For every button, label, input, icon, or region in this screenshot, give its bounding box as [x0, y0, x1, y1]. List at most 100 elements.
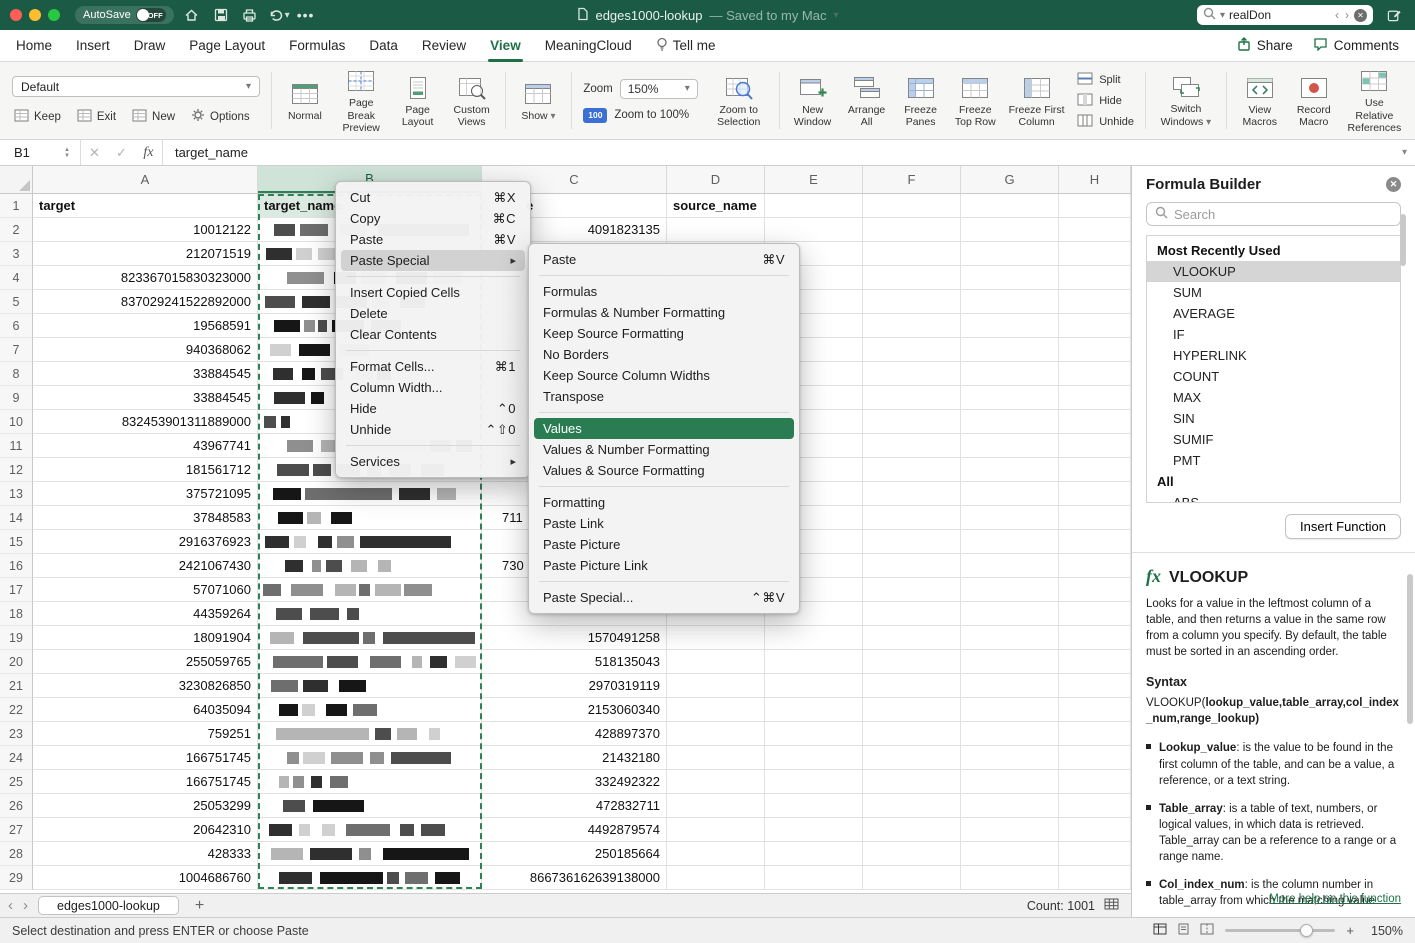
cell-G13[interactable] — [961, 482, 1059, 506]
paste-special-item-keep-source-column-widths[interactable]: Keep Source Column Widths — [534, 365, 794, 386]
cell-H11[interactable] — [1059, 434, 1131, 458]
ribbon-tab-view[interactable]: View — [490, 30, 521, 62]
cell-D1[interactable]: source_name — [667, 194, 765, 218]
cell-G16[interactable] — [961, 554, 1059, 578]
cell-F1[interactable] — [863, 194, 961, 218]
undo-icon[interactable]: ▾ — [268, 5, 290, 25]
custom-views-button[interactable]: Custom Views — [446, 71, 498, 131]
ribbon-tab-page-layout[interactable]: Page Layout — [189, 30, 265, 62]
cell-B23-redacted[interactable] — [258, 722, 482, 746]
cell-G20[interactable] — [961, 650, 1059, 674]
cell-E1[interactable] — [765, 194, 863, 218]
title-chevron-icon[interactable]: ▾ — [834, 10, 839, 21]
function-item-count[interactable]: COUNT — [1147, 366, 1400, 387]
name-box-stepper[interactable]: ▲▼ — [64, 147, 70, 159]
cell-G22[interactable] — [961, 698, 1059, 722]
cell-F15[interactable] — [863, 530, 961, 554]
column-header-E[interactable]: E — [765, 166, 863, 193]
cell-H13[interactable] — [1059, 482, 1131, 506]
cell-A27[interactable]: 20642310 — [33, 818, 258, 842]
options-button[interactable]: Options — [191, 108, 250, 125]
cell-D22[interactable] — [667, 698, 765, 722]
cell-B19-redacted[interactable] — [258, 626, 482, 650]
cell-H21[interactable] — [1059, 674, 1131, 698]
row-header-5[interactable]: 5 — [0, 290, 33, 314]
cell-B27-redacted[interactable] — [258, 818, 482, 842]
cell-A14[interactable]: 37848583 — [33, 506, 258, 530]
row-header-6[interactable]: 6 — [0, 314, 33, 338]
page-layout-view-icon[interactable] — [1178, 923, 1189, 938]
cell-A28[interactable]: 428333 — [33, 842, 258, 866]
row-header-13[interactable]: 13 — [0, 482, 33, 506]
cell-F23[interactable] — [863, 722, 961, 746]
cell-D19[interactable] — [667, 626, 765, 650]
cell-G29[interactable] — [961, 866, 1059, 890]
cell-G11[interactable] — [961, 434, 1059, 458]
cell-H27[interactable] — [1059, 818, 1131, 842]
cell-A12[interactable]: 181561712 — [33, 458, 258, 482]
cell-A9[interactable]: 33884545 — [33, 386, 258, 410]
cell-G21[interactable] — [961, 674, 1059, 698]
paste-special-item-formulas[interactable]: Formulas — [534, 281, 794, 302]
context-menu-item-insert-copied-cells[interactable]: Insert Copied Cells — [341, 282, 525, 303]
row-header-23[interactable]: 23 — [0, 722, 33, 746]
search-box[interactable]: ▾ realDon ‹ › ✕ — [1197, 5, 1373, 25]
cell-F2[interactable] — [863, 218, 961, 242]
autosave-toggle[interactable]: AutoSave OFF — [75, 6, 174, 24]
page-break-preview-button[interactable]: Page Break Preview — [333, 64, 390, 136]
cell-D25[interactable] — [667, 770, 765, 794]
function-item-hyperlink[interactable]: HYPERLINK — [1147, 345, 1400, 366]
cell-C20[interactable]: 518135043 — [482, 650, 667, 674]
exit-button[interactable]: Exit — [77, 109, 116, 125]
cell-H24[interactable] — [1059, 746, 1131, 770]
cell-G18[interactable] — [961, 602, 1059, 626]
row-header-20[interactable]: 20 — [0, 650, 33, 674]
cell-G15[interactable] — [961, 530, 1059, 554]
cell-F4[interactable] — [863, 266, 961, 290]
cell-F22[interactable] — [863, 698, 961, 722]
save-icon[interactable] — [210, 5, 232, 25]
cell-F28[interactable] — [863, 842, 961, 866]
cell-F16[interactable] — [863, 554, 961, 578]
row-header-16[interactable]: 16 — [0, 554, 33, 578]
cell-C22[interactable]: 2153060340 — [482, 698, 667, 722]
paste-special-item-paste-link[interactable]: Paste Link — [534, 513, 794, 534]
cell-G17[interactable] — [961, 578, 1059, 602]
cell-D20[interactable] — [667, 650, 765, 674]
zoom-in-icon[interactable]: + — [1346, 923, 1354, 938]
ribbon-tab-draw[interactable]: Draw — [134, 30, 166, 62]
cell-A24[interactable]: 166751745 — [33, 746, 258, 770]
row-header-24[interactable]: 24 — [0, 746, 33, 770]
context-menu-item-delete[interactable]: Delete — [341, 303, 525, 324]
undo-dropdown-icon[interactable]: ▾ — [285, 10, 290, 21]
cell-G14[interactable] — [961, 506, 1059, 530]
cell-G19[interactable] — [961, 626, 1059, 650]
cell-C26[interactable]: 472832711 — [482, 794, 667, 818]
cell-F10[interactable] — [863, 410, 961, 434]
row-header-25[interactable]: 25 — [0, 770, 33, 794]
function-item-sum[interactable]: SUM — [1147, 282, 1400, 303]
cell-H26[interactable] — [1059, 794, 1131, 818]
function-item-sumif[interactable]: SUMIF — [1147, 429, 1400, 450]
cell-A4[interactable]: 823367015830323000 — [33, 266, 258, 290]
cell-H19[interactable] — [1059, 626, 1131, 650]
cell-B22-redacted[interactable] — [258, 698, 482, 722]
column-header-D[interactable]: D — [667, 166, 765, 193]
context-menu-item-cut[interactable]: Cut⌘X — [341, 187, 525, 208]
cell-E2[interactable] — [765, 218, 863, 242]
cell-A6[interactable]: 19568591 — [33, 314, 258, 338]
cell-E25[interactable] — [765, 770, 863, 794]
search-next-icon[interactable]: › — [1344, 8, 1350, 22]
row-header-26[interactable]: 26 — [0, 794, 33, 818]
cell-A22[interactable]: 64035094 — [33, 698, 258, 722]
cell-F9[interactable] — [863, 386, 961, 410]
search-clear-icon[interactable]: ✕ — [1354, 9, 1367, 22]
name-box[interactable]: B1 — [0, 145, 64, 160]
cell-A1[interactable]: target — [33, 194, 258, 218]
paste-special-item-no-borders[interactable]: No Borders — [534, 344, 794, 365]
zoom-window-button[interactable] — [48, 9, 60, 21]
search-scope-chevron-icon[interactable]: ▾ — [1220, 10, 1225, 21]
sheet-view-style-select[interactable]: Default ▾ — [12, 76, 260, 97]
cell-H3[interactable] — [1059, 242, 1131, 266]
cell-E19[interactable] — [765, 626, 863, 650]
